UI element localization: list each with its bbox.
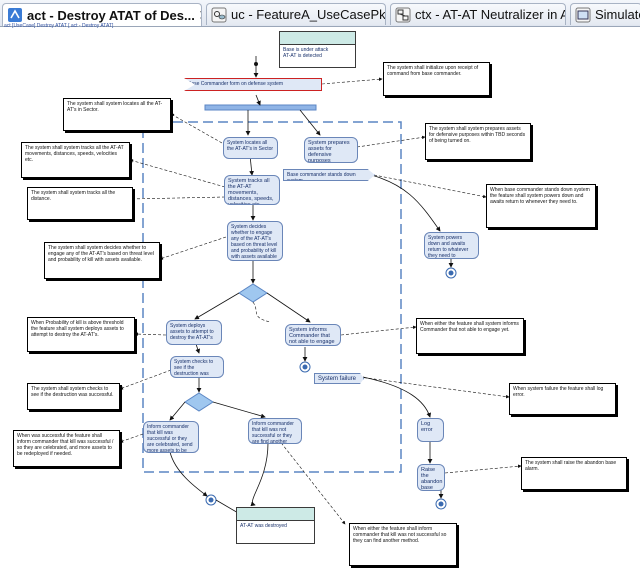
note-success[interactable]: When was successful the feature shall in…: [13, 430, 120, 467]
activity-final-node[interactable]: [445, 267, 457, 279]
action-prepare-assets[interactable]: System prepares assets for defensive pur…: [304, 137, 358, 163]
object-node-base-under-attack[interactable]: Base is under attack AT-AT is detected: [279, 31, 356, 68]
use-case-diagram-icon: [211, 7, 227, 22]
activity-diagram-icon: [8, 8, 22, 22]
action-track-atats[interactable]: System tracks all the AT-AT movements, d…: [224, 175, 280, 205]
note-prepare[interactable]: The system shall system prepares assets …: [425, 123, 531, 160]
note-unsuccessful[interactable]: When either the feature shall inform com…: [349, 523, 457, 566]
tab-label: Simulate: [595, 7, 640, 22]
action-inform-success[interactable]: Inform commander that kill was successfu…: [143, 421, 199, 453]
object-text: AT-AT was destroyed: [240, 523, 287, 529]
note-track[interactable]: The system shall system tracks all the A…: [21, 142, 130, 178]
action-deploy-assets[interactable]: System deploys assets to attempt to dest…: [166, 320, 222, 345]
note-locate[interactable]: The system shall system locates all the …: [63, 98, 171, 131]
tab-label: ctx - AT-AT Neutralizer in AT-...: [415, 7, 565, 22]
action-inform-not-able[interactable]: System informs Commander that not able t…: [285, 324, 341, 346]
tab-uc-featurea[interactable]: uc - FeatureA_UseCasePkg i...: [206, 3, 386, 25]
decision-node[interactable]: [184, 392, 214, 412]
action-locate-atats[interactable]: System locates all the AT-AT's in Sector: [223, 137, 278, 159]
accept-event-commander-order[interactable]: Base Commander form on defense system: [184, 78, 322, 91]
signal-stand-down[interactable]: Base commander stands down system: [283, 169, 375, 181]
note-inform-not-able[interactable]: When either the feature shall system inf…: [416, 318, 524, 354]
note-probability[interactable]: When Probability of kill is above thresh…: [27, 317, 135, 352]
object-header: [237, 508, 314, 521]
tab-simulate[interactable]: Simulate: [570, 3, 640, 25]
note-system-failure[interactable]: When system failure the feature shall lo…: [509, 383, 616, 415]
tab-label: act - Destroy ATAT of Des...: [27, 7, 195, 23]
action-log-error[interactable]: Log error: [417, 418, 444, 442]
decision-node[interactable]: [238, 283, 268, 303]
note-check[interactable]: The system shall system checks to see if…: [27, 383, 120, 410]
action-power-down[interactable]: System powers down and awaits return to …: [424, 232, 479, 259]
note-decide[interactable]: The system shall system decides whether …: [44, 242, 160, 279]
activity-final-node[interactable]: [299, 361, 311, 373]
diagram-canvas: Base is under attack AT-AT is detected A…: [0, 27, 640, 571]
tab-label: uc - FeatureA_UseCasePkg i...: [231, 7, 386, 22]
context-diagram-icon: [395, 7, 411, 22]
tab-ctx-atat-neutralizer[interactable]: ctx - AT-AT Neutralizer in AT-...: [390, 3, 566, 25]
action-inform-unsuccessful[interactable]: Inform commander that kill was not succe…: [248, 418, 302, 444]
action-raise-alarm[interactable]: Raise the abandon base alarm: [417, 464, 445, 491]
object-text: Base is under attack AT-AT is detected: [283, 47, 329, 59]
activity-final-node[interactable]: [205, 494, 217, 506]
note-initialize[interactable]: The system shall initialize upon receipt…: [383, 62, 490, 96]
note-stand-down[interactable]: When base commander stands down system t…: [486, 184, 596, 228]
object-node-atat-destroyed[interactable]: AT-AT was destroyed: [236, 507, 315, 544]
object-header: [280, 32, 355, 45]
action-decide-engage[interactable]: System decides whether to engage any of …: [227, 221, 283, 261]
note-distance[interactable]: The system shall system tracks all the d…: [27, 187, 133, 220]
simulation-icon: [575, 7, 591, 22]
note-abandon-alarm[interactable]: The system shall raise the abandon base …: [521, 457, 627, 490]
close-icon[interactable]: ✕: [199, 7, 201, 24]
fork-bar[interactable]: [204, 104, 317, 111]
initial-node: [254, 62, 258, 66]
activity-final-node[interactable]: [435, 498, 447, 510]
action-check-destruction[interactable]: System checks to see if the destruction …: [170, 356, 224, 378]
signal-system-failure[interactable]: System failure: [314, 373, 364, 384]
